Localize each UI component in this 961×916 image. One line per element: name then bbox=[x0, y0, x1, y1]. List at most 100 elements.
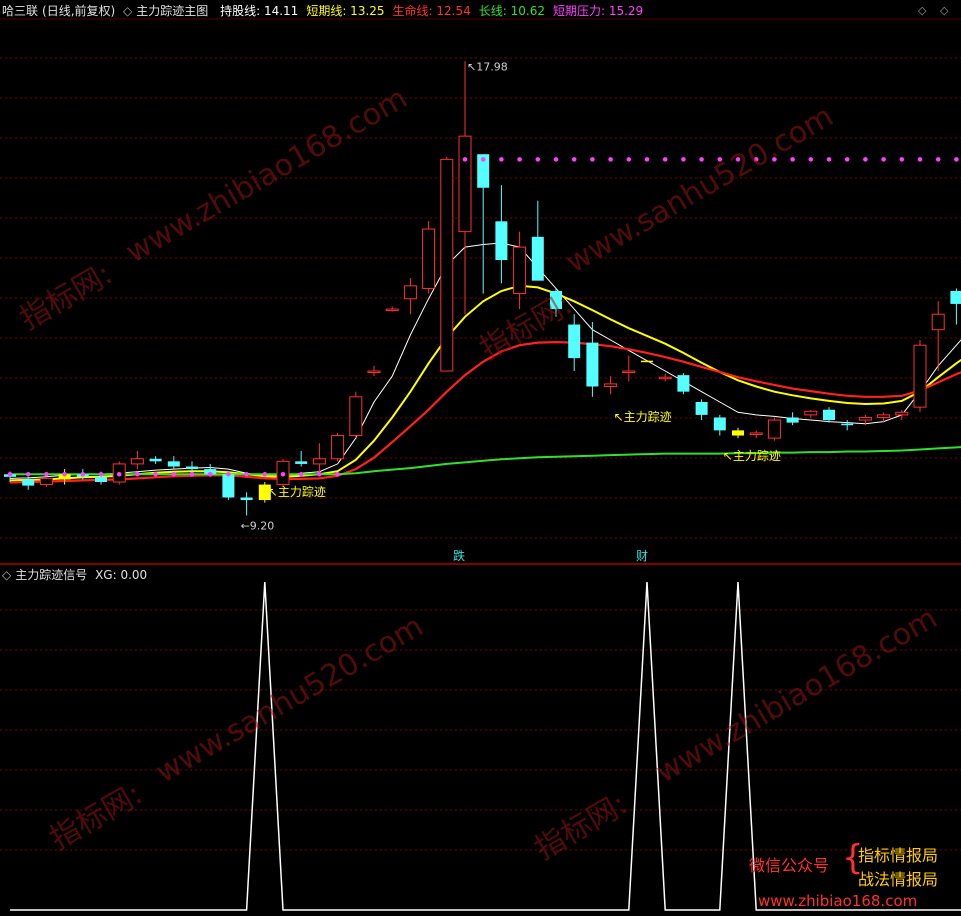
candle bbox=[732, 427, 744, 439]
indicator-toggle-icon[interactable]: ◇ bbox=[2, 568, 11, 582]
pressure-dot bbox=[863, 157, 868, 162]
pressure-dot bbox=[535, 157, 541, 162]
candle-body bbox=[513, 246, 527, 295]
candle bbox=[458, 61, 472, 315]
brand-name-1: 指标情报局 bbox=[858, 846, 939, 865]
panel-control-diamond-2[interactable]: ◇ bbox=[940, 4, 948, 17]
candle bbox=[295, 451, 308, 467]
candle-body bbox=[622, 370, 636, 374]
pressure-dot bbox=[608, 157, 613, 162]
candle-body bbox=[931, 313, 945, 331]
pressure-dot bbox=[681, 157, 686, 162]
panel-control-diamond-1[interactable]: ◇ bbox=[918, 4, 926, 17]
pressure-dot bbox=[171, 471, 177, 477]
candle-body bbox=[749, 432, 763, 435]
pressure-dot bbox=[699, 157, 704, 162]
candle-body bbox=[586, 342, 599, 387]
pressure-dot bbox=[917, 157, 923, 162]
stock-name[interactable]: 哈三联 bbox=[2, 4, 38, 18]
candle bbox=[531, 200, 544, 281]
pressure-dot bbox=[626, 157, 632, 162]
pressure-dot bbox=[298, 471, 304, 477]
candle bbox=[767, 417, 781, 441]
signal-tag: ↖主力踪迹 bbox=[614, 410, 672, 424]
pressure-dot bbox=[153, 471, 158, 477]
candle-body bbox=[641, 360, 653, 363]
candle bbox=[477, 154, 490, 294]
candle-body bbox=[349, 396, 363, 437]
candle-body bbox=[677, 375, 690, 392]
candle-body bbox=[95, 476, 107, 482]
pressure-dot bbox=[462, 157, 468, 162]
candle bbox=[841, 420, 854, 431]
candle-body bbox=[841, 423, 854, 426]
candle-body bbox=[385, 308, 399, 312]
candle-body bbox=[440, 158, 454, 372]
candle bbox=[240, 492, 253, 516]
high-price-label: ↖17.98 bbox=[467, 60, 508, 73]
candle-body bbox=[222, 474, 235, 498]
pressure-dot bbox=[116, 471, 122, 477]
candle-body bbox=[167, 461, 180, 467]
candle-body bbox=[913, 344, 927, 408]
low-price-label: ←9.20 bbox=[241, 520, 275, 533]
candle-body bbox=[877, 414, 891, 418]
signal-indicator-name[interactable]: 主力踪迹信号 bbox=[15, 568, 87, 582]
candle bbox=[695, 399, 708, 421]
candle-body bbox=[804, 410, 818, 416]
candle-body bbox=[786, 417, 799, 423]
pressure-dot bbox=[135, 471, 140, 477]
pressure-dot bbox=[7, 471, 13, 477]
pressure-dot bbox=[954, 157, 959, 162]
candle-body bbox=[658, 376, 672, 380]
legend-item: 短期压力: 15.29 bbox=[552, 4, 644, 18]
pressure-dot bbox=[25, 471, 31, 477]
candle bbox=[804, 409, 818, 418]
pressure-dot bbox=[80, 471, 86, 477]
candle-body bbox=[495, 221, 508, 261]
candle-body bbox=[604, 383, 618, 387]
indicator-toggle-icon[interactable]: ◇ bbox=[123, 4, 132, 18]
pressure-dot bbox=[226, 471, 231, 477]
candle-body bbox=[422, 228, 436, 289]
main-indicator-name[interactable]: 主力踪迹主图 bbox=[136, 4, 208, 18]
pressure-dot bbox=[480, 157, 486, 162]
brand-site: www.zhibiao168.com bbox=[758, 892, 918, 910]
legend-item: 长线: 10.62 bbox=[478, 4, 545, 18]
bottom-panel-header: ◇ 主力踪迹信号 XG: 0.00 bbox=[2, 566, 151, 584]
candle bbox=[604, 376, 618, 395]
pressure-dot bbox=[44, 471, 49, 477]
candle-body bbox=[22, 479, 35, 486]
pressure-dot bbox=[207, 471, 213, 477]
candle-body bbox=[695, 401, 708, 415]
pressure-dot bbox=[262, 471, 268, 477]
candle bbox=[495, 185, 508, 284]
pressure-dot bbox=[499, 157, 504, 162]
candle bbox=[385, 306, 399, 312]
top-panel-header: 哈三联 (日线,前复权) ◇ 主力踪迹主图 持股线: 14.11 短期线: 13.25… bbox=[2, 2, 651, 20]
candle-body bbox=[39, 477, 53, 486]
candle-body bbox=[568, 324, 581, 359]
pressure-dot bbox=[189, 471, 195, 477]
candle bbox=[950, 288, 961, 325]
candle bbox=[658, 373, 672, 382]
candle-body bbox=[823, 409, 835, 421]
candle bbox=[58, 469, 71, 485]
signal-value: XG: 0.00 bbox=[95, 568, 148, 582]
pressure-dot bbox=[935, 157, 941, 162]
candle bbox=[786, 412, 799, 426]
candle bbox=[403, 278, 417, 315]
candle bbox=[39, 476, 53, 488]
pressure-dot bbox=[553, 157, 559, 162]
candle bbox=[149, 456, 162, 464]
chart-period[interactable]: (日线,前复权) bbox=[42, 4, 115, 18]
candle bbox=[586, 321, 599, 397]
event-marker-die: 跌 bbox=[453, 548, 465, 563]
candle bbox=[440, 156, 454, 372]
pressure-dot bbox=[844, 157, 850, 162]
candle-body bbox=[950, 291, 961, 304]
signal-tag: ↖主力踪迹 bbox=[268, 485, 326, 499]
pressure-dot bbox=[244, 471, 249, 477]
candle bbox=[367, 365, 381, 377]
pressure-dot bbox=[62, 471, 67, 477]
